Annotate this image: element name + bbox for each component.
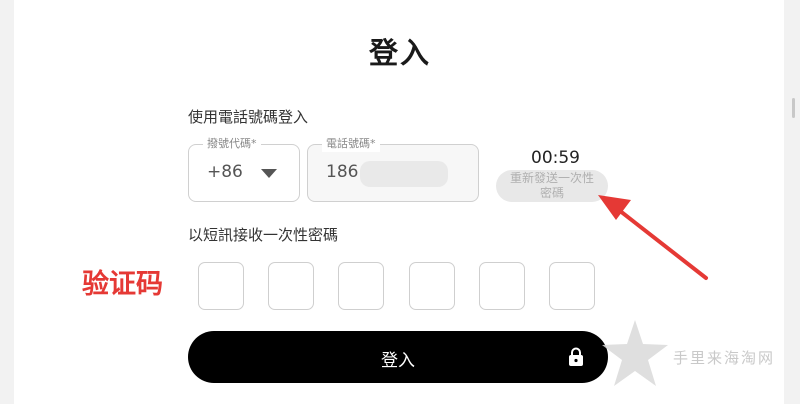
watermark-text: 手里来海淘网 bbox=[673, 349, 776, 367]
star-watermark-icon bbox=[602, 320, 668, 386]
arrow-annotation-icon bbox=[598, 195, 708, 280]
